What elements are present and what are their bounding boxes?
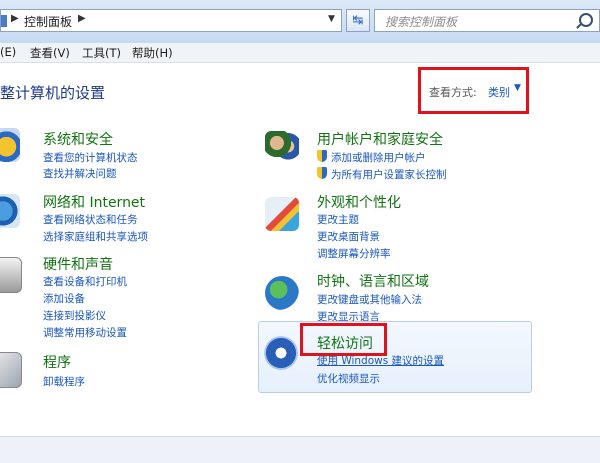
breadcrumb-arrow-icon[interactable]: ▶	[11, 13, 19, 24]
clock-region-icon[interactable]	[265, 276, 299, 310]
menu-view[interactable]: 查看(V)	[30, 45, 70, 61]
category-clock-region[interactable]: 时钟、语言和区域	[317, 271, 429, 291]
refresh-button[interactable]: ↹	[346, 9, 370, 32]
link-check-status[interactable]: 查看您的计算机状态	[43, 150, 138, 165]
address-bar: ▶ 控制面板 ▶ ▼ ↹ 搜索控制面板	[0, 0, 600, 44]
link-desktop-background[interactable]: 更改桌面背景	[317, 229, 380, 244]
link-keyboard-input[interactable]: 更改键盘或其他输入法	[317, 292, 422, 307]
category-hardware-sound[interactable]: 硬件和声音	[43, 254, 113, 274]
link-parental-controls[interactable]: 为所有用户设置家长控制	[331, 167, 447, 182]
control-panel-icon	[1, 15, 7, 27]
user-accounts-icon[interactable]	[265, 131, 299, 165]
link-network-status[interactable]: 查看网络状态和任务	[43, 212, 138, 227]
address-dropdown-icon[interactable]: ▼	[328, 14, 335, 24]
search-box[interactable]: 搜索控制面板	[374, 9, 600, 32]
category-network[interactable]: 网络和 Internet	[43, 192, 145, 212]
category-user-accounts[interactable]: 用户帐户和家庭安全	[317, 129, 443, 149]
ease-of-access-icon[interactable]	[264, 336, 298, 370]
uac-shield-icon	[317, 150, 327, 162]
page-title: 整计算机的设置	[0, 84, 106, 102]
hardware-sound-icon[interactable]	[0, 257, 22, 293]
menu-bar: (E) 查看(V) 工具(T) 帮助(H)	[0, 43, 600, 63]
link-mobility-settings[interactable]: 调整常用移动设置	[43, 325, 127, 340]
link-homegroup[interactable]: 选择家庭组和共享选项	[43, 229, 148, 244]
link-devices-printers[interactable]: 查看设备和打印机	[43, 274, 127, 289]
link-troubleshoot[interactable]: 查找并解决问题	[43, 166, 117, 181]
category-system-security[interactable]: 系统和安全	[43, 129, 113, 149]
annotation-highlight-ease	[300, 323, 387, 356]
link-optimize-display[interactable]: 优化视频显示	[317, 371, 380, 386]
breadcrumb-arrow-icon[interactable]: ▶	[78, 13, 86, 24]
link-add-remove-users[interactable]: 添加或删除用户帐户	[331, 150, 426, 165]
link-uninstall[interactable]: 卸载程序	[43, 374, 85, 389]
status-bar	[0, 436, 600, 463]
annotation-highlight-view	[418, 67, 529, 114]
menu-tools[interactable]: 工具(T)	[82, 45, 121, 61]
category-appearance[interactable]: 外观和个性化	[317, 192, 401, 212]
programs-icon[interactable]	[0, 352, 22, 388]
appearance-icon[interactable]	[265, 197, 299, 231]
menu-edit[interactable]: (E)	[0, 45, 16, 59]
network-icon[interactable]	[0, 194, 20, 228]
breadcrumb-control-panel[interactable]: 控制面板	[24, 13, 72, 30]
system-security-icon[interactable]	[0, 128, 20, 162]
link-projector[interactable]: 连接到投影仪	[43, 308, 106, 323]
link-add-device[interactable]: 添加设备	[43, 291, 85, 306]
link-screen-resolution[interactable]: 调整屏幕分辨率	[317, 246, 391, 261]
search-icon[interactable]	[579, 13, 593, 27]
category-programs[interactable]: 程序	[43, 352, 71, 372]
menu-help[interactable]: 帮助(H)	[132, 45, 173, 61]
refresh-icon: ↹	[352, 13, 364, 28]
address-box[interactable]: ▶ 控制面板 ▶ ▼	[0, 9, 342, 32]
uac-shield-icon	[317, 167, 327, 179]
link-change-theme[interactable]: 更改主题	[317, 212, 359, 227]
search-placeholder: 搜索控制面板	[385, 15, 458, 29]
